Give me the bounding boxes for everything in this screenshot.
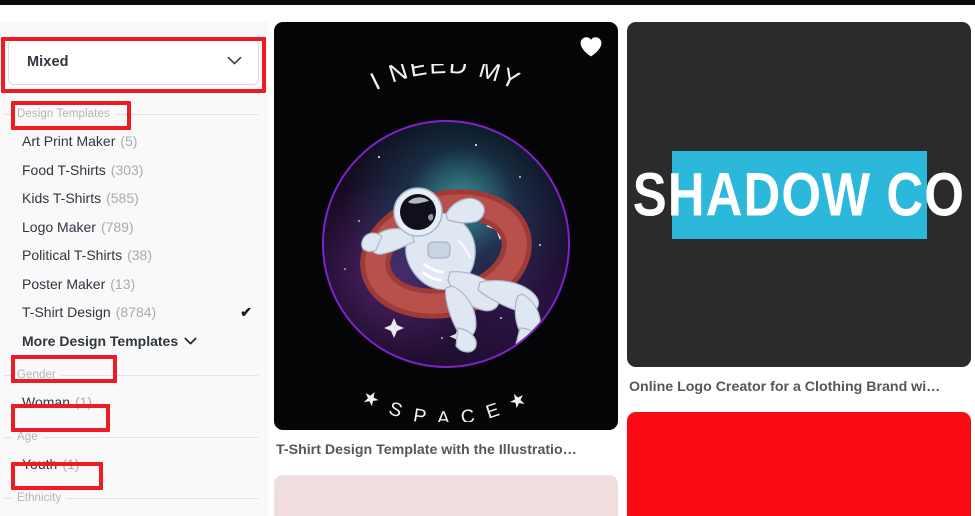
sidebar-item-woman[interactable]: Woman (1) (0, 388, 268, 417)
logo-text: SHADOW CO (632, 160, 966, 229)
group-header-gender: Gender (0, 364, 268, 386)
heart-icon (579, 36, 603, 63)
style-dropdown[interactable]: Mixed (8, 39, 259, 85)
sidebar-item-label: Logo Maker (22, 218, 96, 235)
results-column-left: I NEED MY ★ S P A C E ★ T-Shirt Design T… (274, 22, 618, 516)
artwork-bottom-text: ★ S P A C E ★ (274, 382, 618, 429)
group-header-label: Age (14, 430, 43, 443)
card-thumbnail-red[interactable] (627, 412, 971, 516)
sidebar-item-white-model[interactable]: White Model (1) (0, 511, 268, 516)
sidebar-item-count: (8784) (115, 304, 157, 321)
card-thumbnail-shadow-co[interactable]: SHADOW CO (627, 22, 971, 367)
result-card[interactable]: I NEED MY ★ S P A C E ★ T-Shirt Design T… (274, 22, 618, 468)
sidebar-item-label: Food T-Shirts (22, 161, 106, 178)
sidebar-item-count: (789) (100, 218, 134, 235)
group-header-label: Ethnicity (14, 492, 67, 504)
sidebar-item-t-shirt-design[interactable]: T-Shirt Design (8784) ✔ (0, 298, 268, 327)
sidebar-item-political-t-shirts[interactable]: Political T-Shirts (38) (0, 241, 268, 270)
sidebar-item-label: T-Shirt Design (22, 304, 111, 321)
group-header-label: Design Templates (14, 108, 115, 120)
style-dropdown-value: Mixed (27, 54, 69, 70)
page-root: Mixed Design Templates Art Print Maker (… (0, 0, 975, 516)
top-content-gap (0, 5, 975, 22)
favorite-button[interactable] (578, 36, 604, 62)
sidebar-item-label: Youth (22, 455, 58, 472)
sidebar-item-more-design-templates[interactable]: More Design Templates (0, 327, 268, 356)
artwork-top-text: I NEED MY (274, 64, 618, 125)
sidebar-item-art-print-maker[interactable]: Art Print Maker (5) (0, 127, 268, 156)
sidebar-item-count: (13) (110, 275, 136, 292)
results-grid: I NEED MY ★ S P A C E ★ T-Shirt Design T… (268, 22, 975, 516)
style-dropdown-wrapper: Mixed (8, 39, 259, 85)
card-title[interactable]: Online Logo Creator for a Clothing Brand… (627, 367, 971, 405)
group-header-design-templates: Design Templates (0, 103, 268, 125)
sidebar-item-label: Kids T-Shirts (22, 190, 102, 207)
logo-plate: SHADOW CO (633, 150, 964, 239)
sidebar-item-youth[interactable]: Youth (1) (0, 450, 268, 479)
sidebar-item-label: Woman (22, 394, 70, 411)
filters-sidebar: Mixed Design Templates Art Print Maker (… (0, 22, 268, 516)
sidebar-item-label: Poster Maker (22, 275, 106, 292)
card-title[interactable]: T-Shirt Design Template with the Illustr… (274, 430, 618, 468)
result-card[interactable] (627, 412, 971, 516)
group-header-age: Age (0, 426, 268, 448)
sidebar-item-count: (38) (127, 247, 153, 264)
sidebar-item-label: Political T-Shirts (22, 247, 123, 264)
sidebar-item-count: (1) (62, 455, 80, 472)
svg-text:★ S P A C E ★: ★ S P A C E ★ (358, 386, 534, 422)
check-icon: ✔ (240, 303, 252, 320)
results-column-right: SHADOW CO Online Logo Creator for a Clot… (627, 22, 971, 516)
result-card[interactable] (274, 475, 618, 516)
sidebar-item-label: More Design Templates (22, 332, 179, 349)
sidebar-item-food-t-shirts[interactable]: Food T-Shirts (303) (0, 156, 268, 185)
card-thumbnail-pink[interactable] (274, 475, 618, 516)
sidebar-item-label: Art Print Maker (22, 133, 116, 150)
card-thumbnail-astronaut[interactable]: I NEED MY ★ S P A C E ★ (274, 22, 618, 430)
group-header-label: Gender (14, 369, 61, 381)
svg-text:I NEED MY: I NEED MY (366, 64, 525, 96)
chevron-down-icon (227, 53, 242, 71)
sidebar-item-kids-t-shirts[interactable]: Kids T-Shirts (585) (0, 184, 268, 213)
result-card[interactable]: SHADOW CO Online Logo Creator for a Clot… (627, 22, 971, 405)
sidebar-item-count: (5) (120, 133, 138, 150)
artwork-planet-circle (322, 120, 570, 368)
sidebar-item-count: (1) (74, 394, 93, 411)
group-header-ethnicity: Ethnicity (0, 487, 268, 509)
sidebar-item-count: (585) (106, 190, 139, 207)
sidebar-item-count: (303) (110, 161, 144, 178)
filter-groups: Design Templates Art Print Maker (5) Foo… (0, 94, 268, 516)
sidebar-item-logo-maker[interactable]: Logo Maker (789) (0, 213, 268, 242)
chevron-down-icon (184, 333, 197, 349)
sidebar-item-poster-maker[interactable]: Poster Maker (13) (0, 270, 268, 299)
